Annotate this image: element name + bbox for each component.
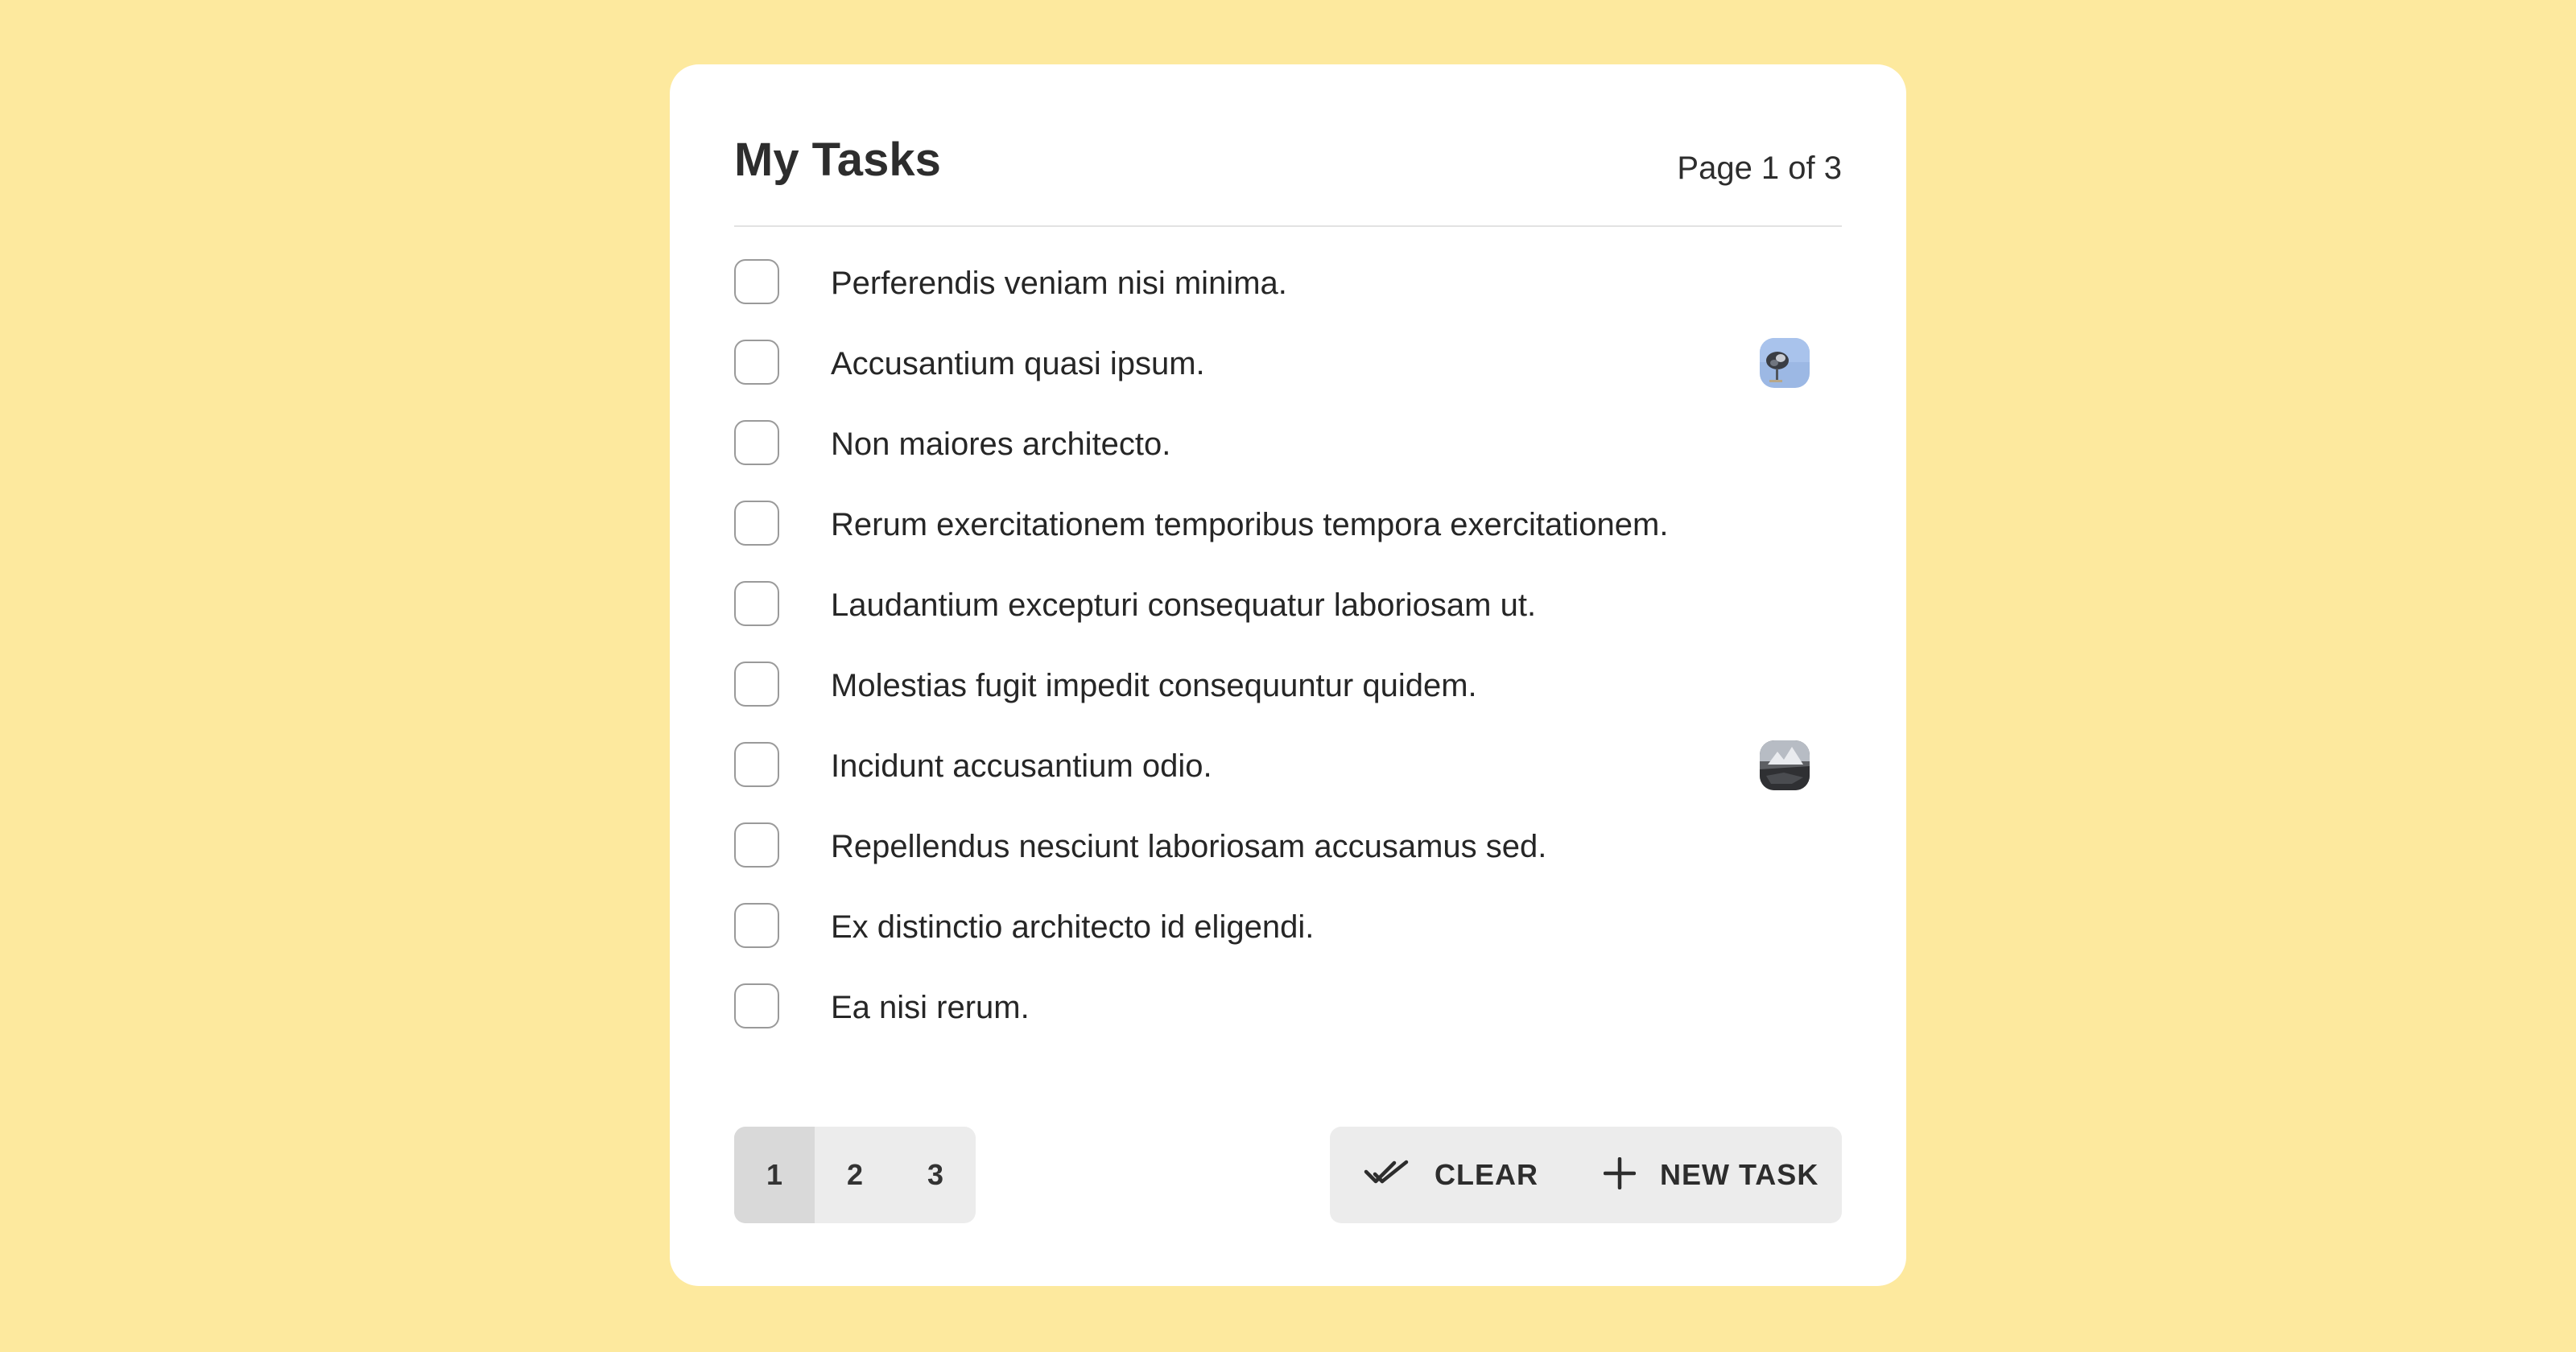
task-checkbox[interactable]: [734, 259, 779, 304]
task-checkbox[interactable]: [734, 340, 779, 385]
clear-button[interactable]: CLEAR: [1364, 1127, 1538, 1223]
task-checkbox[interactable]: [734, 581, 779, 626]
task-item: Rerum exercitationem temporibus tempora …: [734, 501, 1842, 581]
task-item: Incidunt accusantium odio.: [734, 740, 1842, 822]
task-item: Laudantium excepturi consequatur laborio…: [734, 581, 1842, 662]
task-text: Ex distinctio architecto id eligendi.: [831, 909, 1315, 945]
page-indicator: Page 1 of 3: [1677, 150, 1842, 186]
task-item: Ex distinctio architecto id eligendi.: [734, 903, 1842, 983]
task-item: Accusantium quasi ipsum.: [734, 338, 1842, 420]
task-checkbox[interactable]: [734, 742, 779, 787]
task-text: Non maiores architecto.: [831, 427, 1171, 462]
attachment-thumbnail[interactable]: [1760, 740, 1810, 790]
task-list: Perferendis veniam nisi minima. Accusant…: [734, 259, 1842, 1064]
card-header: My Tasks Page 1 of 3: [734, 64, 1842, 227]
page-title: My Tasks: [734, 134, 941, 186]
task-checkbox[interactable]: [734, 662, 779, 707]
page-button-2[interactable]: 2: [815, 1127, 895, 1223]
task-text: Incidunt accusantium odio.: [831, 748, 1212, 784]
attachment-thumbnail[interactable]: [1760, 338, 1810, 388]
action-bar: CLEAR NEW TASK: [1330, 1127, 1842, 1223]
task-text: Ea nisi rerum.: [831, 990, 1030, 1025]
task-checkbox[interactable]: [734, 501, 779, 546]
clear-button-label: CLEAR: [1435, 1158, 1538, 1191]
page-button-1[interactable]: 1: [734, 1127, 815, 1223]
new-task-button[interactable]: NEW TASK: [1603, 1127, 1819, 1223]
task-checkbox[interactable]: [734, 420, 779, 465]
plus-icon: [1603, 1156, 1637, 1193]
task-text: Repellendus nesciunt laboriosam accusamu…: [831, 829, 1547, 864]
tasks-card: My Tasks Page 1 of 3 Perferendis veniam …: [670, 64, 1906, 1286]
task-checkbox[interactable]: [734, 983, 779, 1028]
task-item: Non maiores architecto.: [734, 420, 1842, 501]
task-item: Perferendis veniam nisi minima.: [734, 259, 1842, 340]
task-text: Accusantium quasi ipsum.: [831, 346, 1205, 381]
task-text: Molestias fugit impedit consequuntur qui…: [831, 668, 1477, 703]
task-item: Ea nisi rerum.: [734, 983, 1842, 1064]
task-text: Laudantium excepturi consequatur laborio…: [831, 587, 1537, 623]
new-task-button-label: NEW TASK: [1660, 1158, 1819, 1191]
task-checkbox[interactable]: [734, 903, 779, 948]
task-text: Rerum exercitationem temporibus tempora …: [831, 507, 1669, 542]
task-item: Molestias fugit impedit consequuntur qui…: [734, 662, 1842, 742]
double-check-icon: [1364, 1159, 1410, 1192]
task-text: Perferendis veniam nisi minima.: [831, 266, 1287, 301]
task-checkbox[interactable]: [734, 822, 779, 868]
pagination: 1 2 3: [734, 1127, 976, 1223]
page-button-3[interactable]: 3: [895, 1127, 976, 1223]
task-item: Repellendus nesciunt laboriosam accusamu…: [734, 822, 1842, 903]
